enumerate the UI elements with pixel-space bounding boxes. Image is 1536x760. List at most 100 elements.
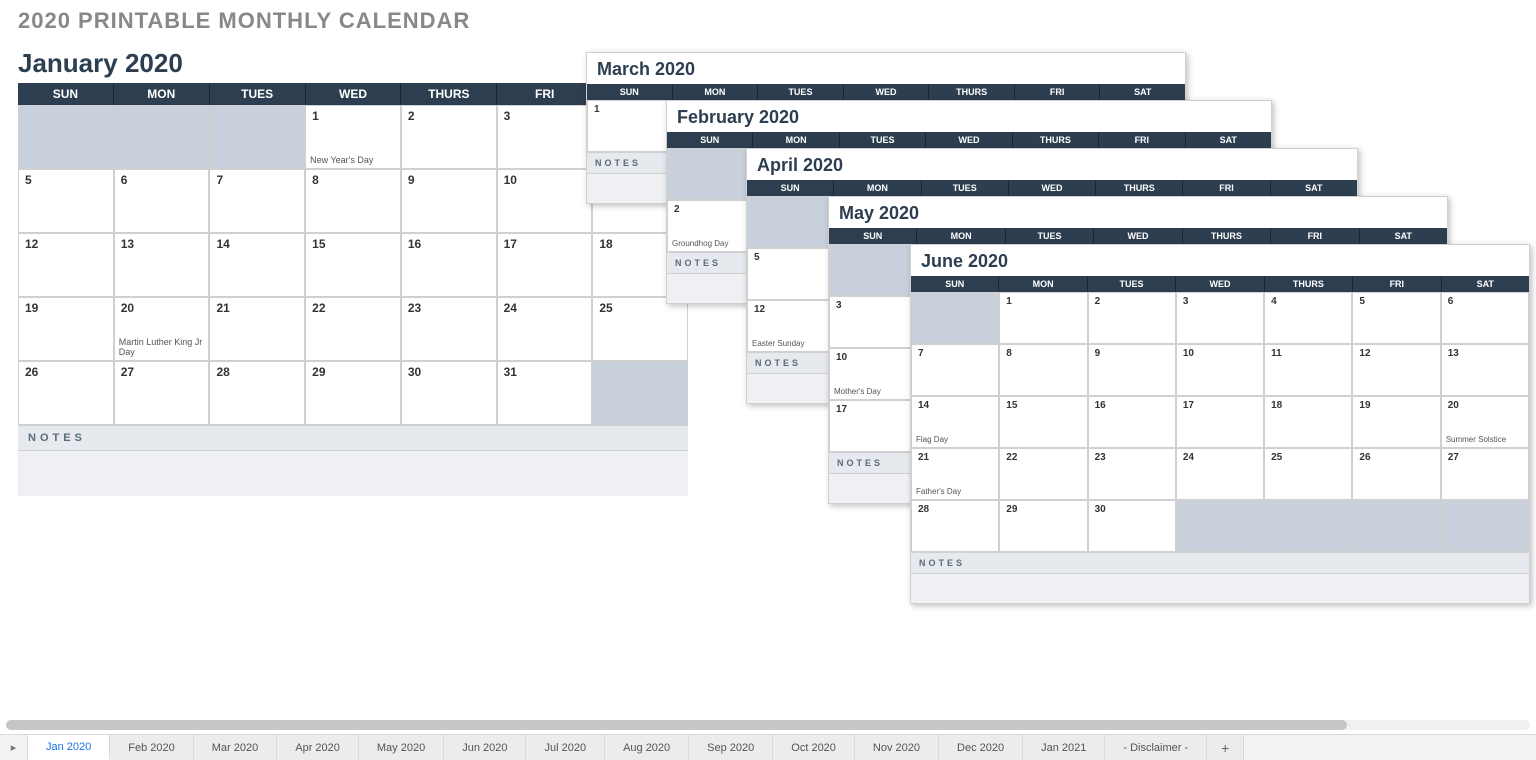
- day-number: 16: [1095, 400, 1106, 411]
- sheet-tab[interactable]: May 2020: [359, 735, 444, 760]
- horizontal-scrollbar[interactable]: [6, 720, 1530, 730]
- day-number: 2: [408, 109, 415, 123]
- sheet-tab[interactable]: Jan 2021: [1023, 735, 1105, 760]
- day-number: 14: [216, 237, 229, 251]
- dow-header: WED: [844, 84, 930, 100]
- sheet-tab[interactable]: Apr 2020: [277, 735, 359, 760]
- day-number: 23: [1095, 452, 1106, 463]
- month-title: March 2020: [587, 53, 1185, 84]
- day-cell: [829, 244, 917, 296]
- day-number: 26: [1359, 452, 1370, 463]
- day-cell: 24: [1176, 448, 1264, 500]
- dow-header: TUES: [1006, 228, 1094, 244]
- dow-header: SUN: [829, 228, 917, 244]
- day-number: 21: [216, 301, 229, 315]
- day-cell: 12: [1352, 344, 1440, 396]
- day-cell: 25: [592, 297, 688, 361]
- event-label: Groundhog Day: [672, 240, 750, 249]
- day-cell: 12Easter Sunday: [747, 300, 834, 352]
- day-number: 2: [674, 204, 680, 215]
- day-number: 15: [1006, 400, 1017, 411]
- day-cell: 18: [1264, 396, 1352, 448]
- event-label: Mother's Day: [834, 388, 914, 397]
- day-number: 5: [1359, 296, 1365, 307]
- day-number: 6: [1448, 296, 1454, 307]
- day-cell: 9: [401, 169, 497, 233]
- day-number: 15: [312, 237, 325, 251]
- day-number: 13: [1448, 348, 1459, 359]
- day-cell: 2 Groundhog Day: [667, 200, 753, 252]
- day-number: 13: [121, 237, 134, 251]
- day-cell: 16: [1088, 396, 1176, 448]
- sheet-tab[interactable]: Jan 2020: [28, 735, 110, 760]
- dow-header: FRI: [1183, 180, 1270, 196]
- day-cell: 21: [209, 297, 305, 361]
- scrollbar-thumb[interactable]: [6, 720, 1347, 730]
- day-number: 14: [918, 400, 929, 411]
- dow-header: WED: [1176, 276, 1264, 292]
- day-cell: 20Summer Solstice: [1441, 396, 1529, 448]
- day-cell: 12: [18, 233, 114, 297]
- dow-header: THURS: [1013, 132, 1099, 148]
- event-label: Summer Solstice: [1446, 436, 1526, 445]
- day-number: 28: [216, 365, 229, 379]
- day-cell: 3: [497, 105, 593, 169]
- day-cell: 19: [1352, 396, 1440, 448]
- week-row: 262728293031: [18, 361, 688, 425]
- dow-header: SAT: [1442, 276, 1529, 292]
- day-number: 26: [25, 365, 38, 379]
- day-number: 22: [1006, 452, 1017, 463]
- day-cell: [1441, 500, 1529, 552]
- day-cell: 10Mother's Day: [829, 348, 917, 400]
- day-cell: 29: [999, 500, 1087, 552]
- sheet-tab[interactable]: - Disclaimer -: [1105, 735, 1207, 760]
- sheet-tab[interactable]: Sep 2020: [689, 735, 773, 760]
- day-number: 31: [504, 365, 517, 379]
- day-cell: 27: [1441, 448, 1529, 500]
- day-number: 5: [25, 173, 32, 187]
- sheet-tab[interactable]: Jun 2020: [444, 735, 526, 760]
- day-cell: 14Flag Day: [911, 396, 999, 448]
- sheet-tab[interactable]: Aug 2020: [605, 735, 689, 760]
- day-cell: [1352, 500, 1440, 552]
- sheet-tab[interactable]: Dec 2020: [939, 735, 1023, 760]
- dow-header: SUN: [747, 180, 834, 196]
- add-sheet-button[interactable]: +: [1207, 735, 1244, 760]
- day-number: 17: [1183, 400, 1194, 411]
- day-cell: 6: [114, 169, 210, 233]
- day-number: 9: [408, 173, 415, 187]
- day-number: 19: [25, 301, 38, 315]
- sheet-tab[interactable]: Jul 2020: [526, 735, 605, 760]
- day-cell: 4: [1264, 292, 1352, 344]
- day-cell: [209, 105, 305, 169]
- dow-header: MON: [999, 276, 1087, 292]
- day-number: 25: [599, 301, 612, 315]
- day-cell: [18, 105, 114, 169]
- day-number: 1: [594, 104, 600, 115]
- day-number: 17: [504, 237, 517, 251]
- day-cell: [747, 196, 834, 248]
- calendar-june: June 2020 SUNMONTUESWEDTHURSFRISAT 12345…: [910, 244, 1530, 604]
- tab-nav-icon[interactable]: ▸: [0, 735, 28, 760]
- dow-header: FRI: [1271, 228, 1359, 244]
- day-number: 24: [1183, 452, 1194, 463]
- dow-header: SAT: [1100, 84, 1185, 100]
- sheet-tab[interactable]: Mar 2020: [194, 735, 277, 760]
- sheet-tab[interactable]: Feb 2020: [110, 735, 193, 760]
- day-number: 8: [1006, 348, 1012, 359]
- day-number: 22: [312, 301, 325, 315]
- dow-header: WED: [1009, 180, 1096, 196]
- sheet-tab[interactable]: Oct 2020: [773, 735, 855, 760]
- day-number: 1: [1006, 296, 1012, 307]
- day-cell: 22: [999, 448, 1087, 500]
- day-cell: 10: [1176, 344, 1264, 396]
- dow-header: WED: [306, 83, 402, 105]
- dow-header: FRI: [1353, 276, 1441, 292]
- day-number: 18: [599, 237, 612, 251]
- day-cell: 11: [1264, 344, 1352, 396]
- day-number: 3: [504, 109, 511, 123]
- day-cell: 24: [497, 297, 593, 361]
- day-number: 2: [1095, 296, 1101, 307]
- day-cell: 29: [305, 361, 401, 425]
- sheet-tab[interactable]: Nov 2020: [855, 735, 939, 760]
